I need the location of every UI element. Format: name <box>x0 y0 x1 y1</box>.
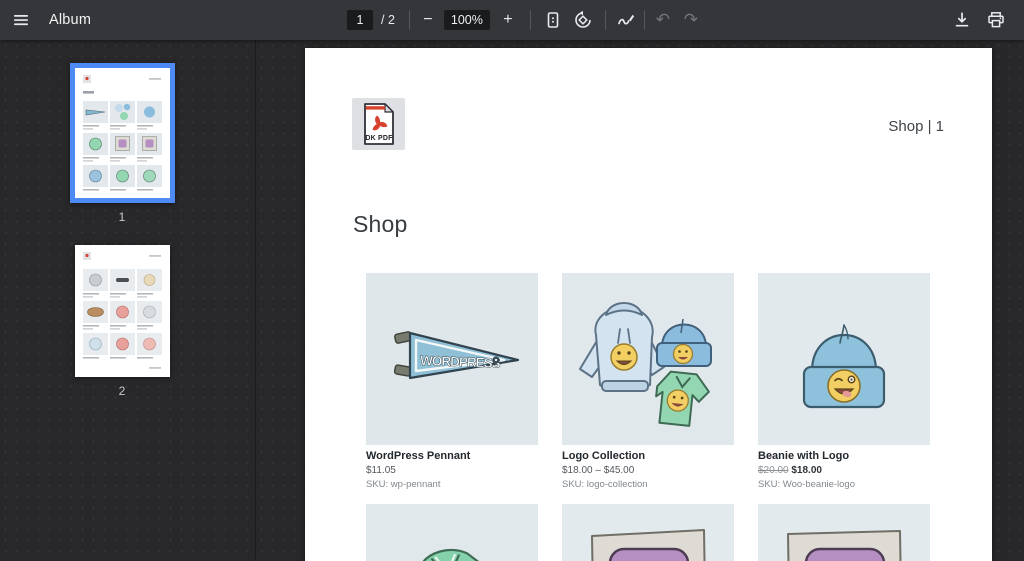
document-viewport[interactable]: DK PDF Shop | 1 Shop WORDPRESS WordPress… <box>256 40 1024 561</box>
download-button[interactable] <box>948 6 976 34</box>
product-image-vneck-tshirt <box>366 504 538 561</box>
pdf-page-1: DK PDF Shop | 1 Shop WORDPRESS WordPress… <box>305 48 992 561</box>
page-1-thumbnail[interactable] <box>69 63 175 203</box>
pdf-viewer-window: Album / 2 − 100% + <box>0 0 1024 561</box>
download-icon <box>955 12 969 27</box>
product-card-woo-album-2: WOO <box>758 504 930 561</box>
product-price: $20.00 $18.00 <box>758 465 930 476</box>
page-2-label: 2 <box>118 384 126 398</box>
print-icon <box>988 12 1004 28</box>
page-count-label: / 2 <box>381 13 395 27</box>
redo-button[interactable]: ↷ <box>677 6 705 34</box>
product-grid: WORDPRESS WordPress Pennant $11.05 SKU: … <box>366 273 930 561</box>
product-card-woo-album-1: WOO <box>562 504 734 561</box>
product-image-woo-album-1: WOO <box>562 504 734 561</box>
product-image-woo-album-2: WOO <box>758 504 930 561</box>
product-card-logo-collection: Logo Collection $18.00 – $45.00 SKU: log… <box>562 273 734 490</box>
product-name: Beanie with Logo <box>758 450 850 462</box>
product-card-wordpress-pennant: WORDPRESS WordPress Pennant $11.05 SKU: … <box>366 273 538 490</box>
page-number-input[interactable] <box>347 10 373 30</box>
product-price-sale: $18.00 <box>791 465 822 476</box>
menu-button[interactable] <box>7 6 35 34</box>
product-name: WordPress Pennant <box>366 450 471 462</box>
toolbar-separator <box>408 10 410 30</box>
toolbar-separator <box>643 10 645 30</box>
product-card-beanie-with-logo: Beanie with Logo $20.00 $18.00 SKU: Woo-… <box>758 273 930 490</box>
product-sku: SKU: logo-collection <box>562 479 648 490</box>
product-price: $11.05 <box>366 465 396 476</box>
hamburger-icon <box>14 15 28 26</box>
toolbar: Album / 2 − 100% + <box>0 0 1024 40</box>
rotate-icon <box>575 10 591 28</box>
zoom-level-value: 100% <box>443 10 490 30</box>
zoom-in-button[interactable]: + <box>494 6 522 34</box>
product-image-beanie <box>758 273 930 445</box>
annotate-button[interactable] <box>612 6 640 34</box>
dkpdf-logo: DK PDF <box>352 98 405 150</box>
document-title: Album <box>49 12 92 28</box>
product-image-pennant: WORDPRESS <box>366 273 538 445</box>
product-sku: SKU: Woo-beanie-logo <box>758 479 855 490</box>
thumbnail-page-2[interactable]: 2 <box>74 224 170 398</box>
toolbar-separator <box>604 10 606 30</box>
zoom-out-button[interactable]: − <box>414 6 442 34</box>
toolbar-separator <box>529 10 531 30</box>
print-button[interactable] <box>982 6 1010 34</box>
product-card-vneck-tshirt <box>366 504 538 561</box>
product-price: $18.00 – $45.00 <box>562 465 635 476</box>
page-1-label: 1 <box>118 210 126 224</box>
product-price-regular: $20.00 <box>758 465 789 476</box>
pennant-wordpress-text: WORDPRESS <box>420 353 501 371</box>
product-name: Logo Collection <box>562 450 646 462</box>
pdf-document-icon: DK PDF <box>364 103 394 145</box>
product-sku: SKU: wp-pennant <box>366 479 441 490</box>
page-2-thumbnail[interactable] <box>74 245 170 377</box>
product-image-logo-collection <box>562 273 734 445</box>
fit-page-icon <box>547 12 559 28</box>
undo-button[interactable]: ↶ <box>649 6 677 34</box>
thumbnail-sidebar: 1 2 <box>0 40 256 561</box>
dkpdf-logo-label: DK PDF <box>365 135 393 142</box>
ink-pen-icon <box>618 14 635 25</box>
shop-heading: Shop <box>353 211 408 237</box>
rotate-button[interactable] <box>569 6 597 34</box>
fit-to-page-button[interactable] <box>539 6 567 34</box>
thumbnail-page-1[interactable]: 1 <box>69 63 175 224</box>
page-header-text: Shop | 1 <box>888 118 944 135</box>
